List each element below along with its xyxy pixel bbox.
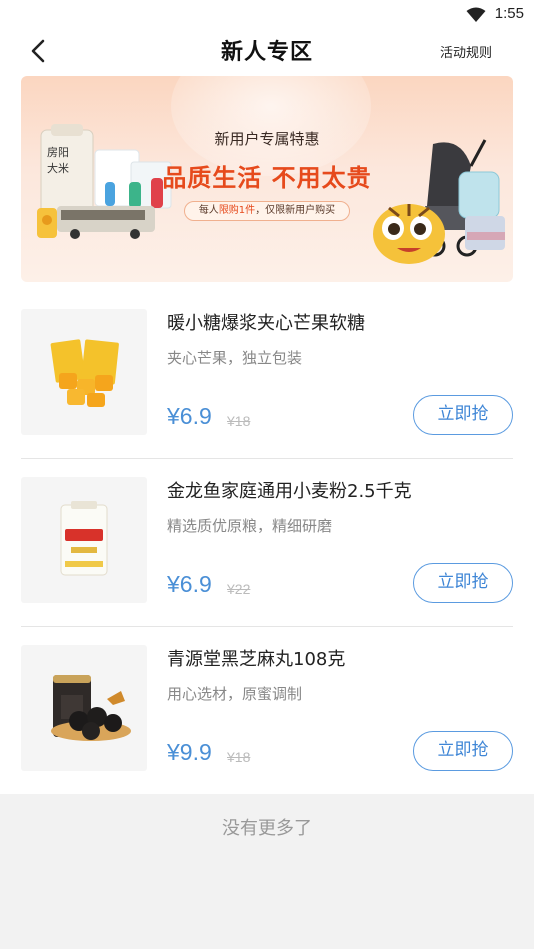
product-card[interactable]: 青源堂黑芝麻丸108克 用心选材，原蜜调制 ¥9.9 ¥18 立即抢: [0, 645, 534, 813]
status-time: 1:55: [494, 5, 524, 22]
product-price: ¥6.9: [167, 403, 212, 429]
product-desc: 精选质优原粮，精细研磨: [167, 517, 333, 535]
status-bar: 1:55: [0, 0, 534, 30]
product-desc: 夹心芒果，独立包装: [167, 349, 303, 367]
stroller-tiger-illustration: [373, 139, 505, 264]
page-content: 1:55 新人专区 活动规则 房阳 大米 新用户专属特惠 品质生活 不用太贵 每…: [0, 0, 534, 794]
pill-suffix: ，仅限新用户购买: [255, 205, 336, 216]
grab-now-button[interactable]: 立即抢: [413, 395, 513, 435]
product-original-price: ¥22: [227, 581, 251, 597]
product-image[interactable]: [21, 645, 147, 771]
pill-highlight: 限购1件: [218, 205, 256, 216]
flour-bag-icon: [60, 501, 108, 576]
product-name: 青源堂黑芝麻丸108克: [167, 649, 346, 670]
product-desc: 用心选材，原蜜调制: [167, 685, 303, 703]
product-price: ¥6.9: [167, 571, 212, 597]
product-original-price: ¥18: [227, 413, 251, 429]
no-more-text: 没有更多了: [222, 818, 312, 839]
activity-rules-link[interactable]: 活动规则: [440, 42, 492, 61]
product-price: ¥9.9: [167, 739, 212, 765]
product-image[interactable]: [21, 477, 147, 603]
product-card[interactable]: 暖小糖爆浆夹心芒果软糖 夹心芒果，独立包装 ¥6.9 ¥18 立即抢: [0, 309, 534, 477]
wifi-icon: [466, 7, 486, 22]
banner-purchase-limit: 每人限购1件，仅限新用户购买: [184, 201, 350, 221]
product-image[interactable]: [21, 309, 147, 435]
mango-candy-icon: [50, 339, 119, 407]
promo-banner[interactable]: 房阳 大米 新用户专属特惠 品质生活 不用太贵 每人限购1件，仅限新用户购买: [21, 76, 513, 282]
product-name: 金龙鱼家庭通用小麦粉2.5千克: [167, 481, 412, 502]
grab-now-button[interactable]: 立即抢: [413, 563, 513, 603]
sesame-balls-icon: [51, 675, 131, 741]
nav-bar: 新人专区 活动规则: [0, 30, 534, 72]
divider: [21, 458, 513, 459]
product-name: 暖小糖爆浆夹心芒果软糖: [167, 313, 365, 334]
pill-prefix: 每人: [198, 205, 219, 216]
divider: [21, 626, 513, 627]
product-card[interactable]: 金龙鱼家庭通用小麦粉2.5千克 精选质优原粮，精细研磨 ¥6.9 ¥22 立即抢: [0, 477, 534, 645]
grab-now-button[interactable]: 立即抢: [413, 731, 513, 771]
product-original-price: ¥18: [227, 749, 251, 765]
